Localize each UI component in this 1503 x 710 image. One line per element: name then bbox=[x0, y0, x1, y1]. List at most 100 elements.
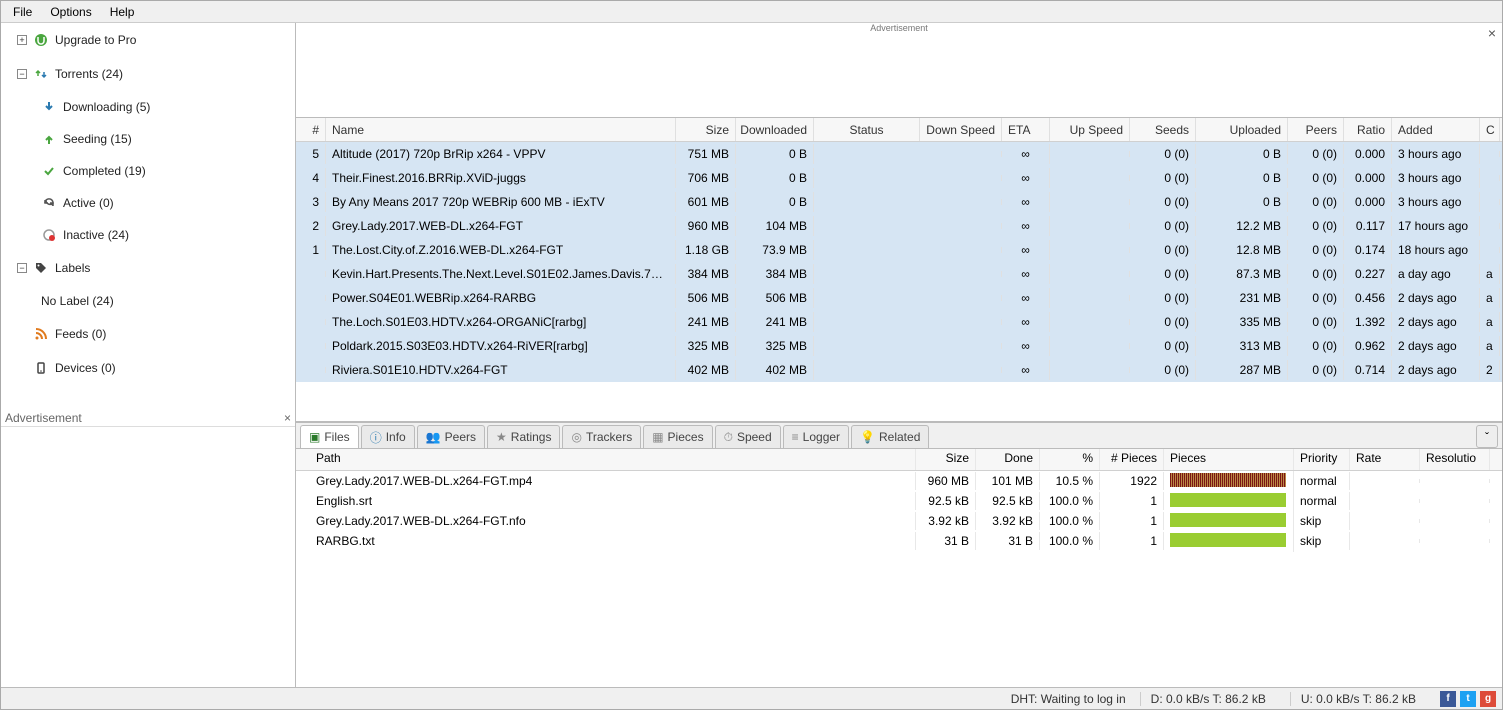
tab-pieces[interactable]: ▦Pieces bbox=[643, 425, 712, 448]
cell-num: 2 bbox=[296, 216, 326, 236]
torrent-header-row[interactable]: # Name Size Downloaded Status Down Speed… bbox=[296, 118, 1502, 142]
status-dht: DHT: Waiting to log in bbox=[1011, 692, 1126, 706]
fcell-size: 31 B bbox=[916, 532, 976, 550]
collapse-icon[interactable]: − bbox=[17, 69, 27, 79]
cell-c: 2 bbox=[1480, 360, 1500, 380]
fcell-res bbox=[1420, 479, 1490, 483]
col-size[interactable]: Size bbox=[676, 118, 736, 141]
fcol-pct[interactable]: % bbox=[1040, 449, 1100, 470]
tab-logger[interactable]: ≡Logger bbox=[783, 425, 849, 448]
menu-file[interactable]: File bbox=[5, 3, 40, 21]
tab-ratings[interactable]: ★Ratings bbox=[487, 425, 560, 448]
col-downspeed[interactable]: Down Speed bbox=[920, 118, 1002, 141]
col-name[interactable]: Name bbox=[326, 118, 676, 141]
torrent-row[interactable]: The.Loch.S01E03.HDTV.x264-ORGANiC[rarbg]… bbox=[296, 310, 1502, 334]
cell-seeds: 0 (0) bbox=[1130, 192, 1196, 212]
torrent-row[interactable]: Power.S04E01.WEBRip.x264-RARBG506 MB506 … bbox=[296, 286, 1502, 310]
fcell-rate bbox=[1350, 539, 1420, 543]
fcol-res[interactable]: Resolutio bbox=[1420, 449, 1490, 470]
tab-files[interactable]: ▣ Files bbox=[300, 425, 359, 448]
fcol-npieces[interactable]: # Pieces bbox=[1100, 449, 1164, 470]
sidebar-active[interactable]: Active (0) bbox=[1, 187, 295, 219]
twitter-icon[interactable]: t bbox=[1460, 691, 1476, 707]
col-c[interactable]: C bbox=[1480, 118, 1500, 141]
top-ad-close-icon[interactable]: × bbox=[1488, 25, 1496, 41]
torrent-list-body[interactable]: 5Altitude (2017) 720p BrRip x264 - VPPV7… bbox=[296, 142, 1502, 421]
col-added[interactable]: Added bbox=[1392, 118, 1480, 141]
fcol-priority[interactable]: Priority bbox=[1294, 449, 1350, 470]
expand-icon[interactable]: + bbox=[17, 35, 27, 45]
sidebar-labels[interactable]: − Labels bbox=[1, 251, 295, 285]
files-list-body[interactable]: Grey.Lady.2017.WEB-DL.x264-FGT.mp4960 MB… bbox=[296, 471, 1502, 687]
fcol-pieces[interactable]: Pieces bbox=[1164, 449, 1294, 470]
sidebar-upgrade[interactable]: + Upgrade to Pro bbox=[1, 23, 295, 57]
torrent-row[interactable]: 3By Any Means 2017 720p WEBRip 600 MB - … bbox=[296, 190, 1502, 214]
torrent-row[interactable]: 5Altitude (2017) 720p BrRip x264 - VPPV7… bbox=[296, 142, 1502, 166]
tab-info[interactable]: ⓘInfo bbox=[361, 425, 415, 448]
file-row[interactable]: Grey.Lady.2017.WEB-DL.x264-FGT.nfo3.92 k… bbox=[296, 511, 1502, 531]
fcell-res bbox=[1420, 519, 1490, 523]
cell-num: 5 bbox=[296, 144, 326, 164]
fcell-size: 92.5 kB bbox=[916, 492, 976, 510]
torrent-row[interactable]: Kevin.Hart.Presents.The.Next.Level.S01E0… bbox=[296, 262, 1502, 286]
sidebar-ad-close-icon[interactable]: × bbox=[284, 411, 291, 425]
tab-speed[interactable]: ⏱Speed bbox=[715, 425, 781, 448]
menu-help[interactable]: Help bbox=[102, 3, 143, 21]
fcell-res bbox=[1420, 539, 1490, 543]
fcol-done[interactable]: Done bbox=[976, 449, 1040, 470]
facebook-icon[interactable]: f bbox=[1440, 691, 1456, 707]
sidebar-devices[interactable]: Devices (0) bbox=[1, 351, 295, 385]
fcell-path: Grey.Lady.2017.WEB-DL.x264-FGT.nfo bbox=[296, 512, 916, 530]
main-area: + Upgrade to Pro − Torrents (24) bbox=[1, 23, 1502, 687]
col-uploaded[interactable]: Uploaded bbox=[1196, 118, 1288, 141]
tabs-dropdown-button[interactable]: ˇ bbox=[1476, 425, 1498, 448]
files-header-row[interactable]: Path Size Done % # Pieces Pieces Priorit… bbox=[296, 449, 1502, 471]
fcol-size[interactable]: Size bbox=[916, 449, 976, 470]
sidebar-feeds[interactable]: Feeds (0) bbox=[1, 317, 295, 351]
col-eta[interactable]: ETA bbox=[1002, 118, 1050, 141]
torrent-row[interactable]: 2Grey.Lady.2017.WEB-DL.x264-FGT960 MB104… bbox=[296, 214, 1502, 238]
top-ad-label: Advertisement bbox=[870, 23, 928, 33]
file-row[interactable]: English.srt92.5 kB92.5 kB100.0 %1normal bbox=[296, 491, 1502, 511]
tab-peers[interactable]: 👥Peers bbox=[417, 425, 485, 448]
file-row[interactable]: RARBG.txt31 B31 B100.0 %1skip bbox=[296, 531, 1502, 551]
torrent-row[interactable]: Riviera.S01E10.HDTV.x264-FGT402 MB402 MB… bbox=[296, 358, 1502, 382]
chevron-down-icon: ˇ bbox=[1485, 430, 1489, 444]
col-status[interactable]: Status bbox=[814, 118, 920, 141]
collapse-icon[interactable]: − bbox=[17, 263, 27, 273]
sidebar-devices-label: Devices (0) bbox=[55, 361, 116, 375]
sidebar-nolabel[interactable]: No Label (24) bbox=[1, 285, 295, 317]
sidebar-downloading[interactable]: Downloading (5) bbox=[1, 91, 295, 123]
torrent-row[interactable]: Poldark.2015.S03E03.HDTV.x264-RiVER[rarb… bbox=[296, 334, 1502, 358]
sidebar-tree[interactable]: + Upgrade to Pro − Torrents (24) bbox=[1, 23, 295, 410]
fcol-rate[interactable]: Rate bbox=[1350, 449, 1420, 470]
fcol-path[interactable]: Path bbox=[296, 449, 916, 470]
menu-options[interactable]: Options bbox=[42, 3, 99, 21]
tab-related[interactable]: 💡Related bbox=[851, 425, 929, 448]
col-seeds[interactable]: Seeds bbox=[1130, 118, 1196, 141]
torrent-row[interactable]: 1The.Lost.City.of.Z.2016.WEB-DL.x264-FGT… bbox=[296, 238, 1502, 262]
sidebar-seeding[interactable]: Seeding (15) bbox=[1, 123, 295, 155]
googleplus-icon[interactable]: g bbox=[1480, 691, 1496, 707]
sidebar-inactive[interactable]: Inactive (24) bbox=[1, 219, 295, 251]
sidebar-completed[interactable]: Completed (19) bbox=[1, 155, 295, 187]
col-upspeed[interactable]: Up Speed bbox=[1050, 118, 1130, 141]
tab-trackers-label: Trackers bbox=[586, 430, 632, 444]
col-num[interactable]: # bbox=[296, 118, 326, 141]
col-ratio[interactable]: Ratio bbox=[1344, 118, 1392, 141]
cell-size: 384 MB bbox=[676, 264, 736, 284]
fcell-pieces bbox=[1164, 511, 1294, 532]
cell-peers: 0 (0) bbox=[1288, 360, 1344, 380]
detail-tabs: ▣ Files ⓘInfo 👥Peers ★Ratings ◎Trackers … bbox=[296, 423, 1502, 449]
tab-files-label: Files bbox=[324, 430, 349, 444]
torrent-row[interactable]: 4Their.Finest.2016.BRRip.XViD-juggs706 M… bbox=[296, 166, 1502, 190]
col-peers[interactable]: Peers bbox=[1288, 118, 1344, 141]
download-icon bbox=[41, 99, 57, 115]
tab-trackers[interactable]: ◎Trackers bbox=[562, 425, 641, 448]
updown-icon bbox=[33, 66, 49, 82]
file-row[interactable]: Grey.Lady.2017.WEB-DL.x264-FGT.mp4960 MB… bbox=[296, 471, 1502, 491]
col-downloaded[interactable]: Downloaded bbox=[736, 118, 814, 141]
fcell-priority: skip bbox=[1294, 532, 1350, 550]
cell-added: 2 days ago bbox=[1392, 312, 1480, 332]
sidebar-torrents[interactable]: − Torrents (24) bbox=[1, 57, 295, 91]
